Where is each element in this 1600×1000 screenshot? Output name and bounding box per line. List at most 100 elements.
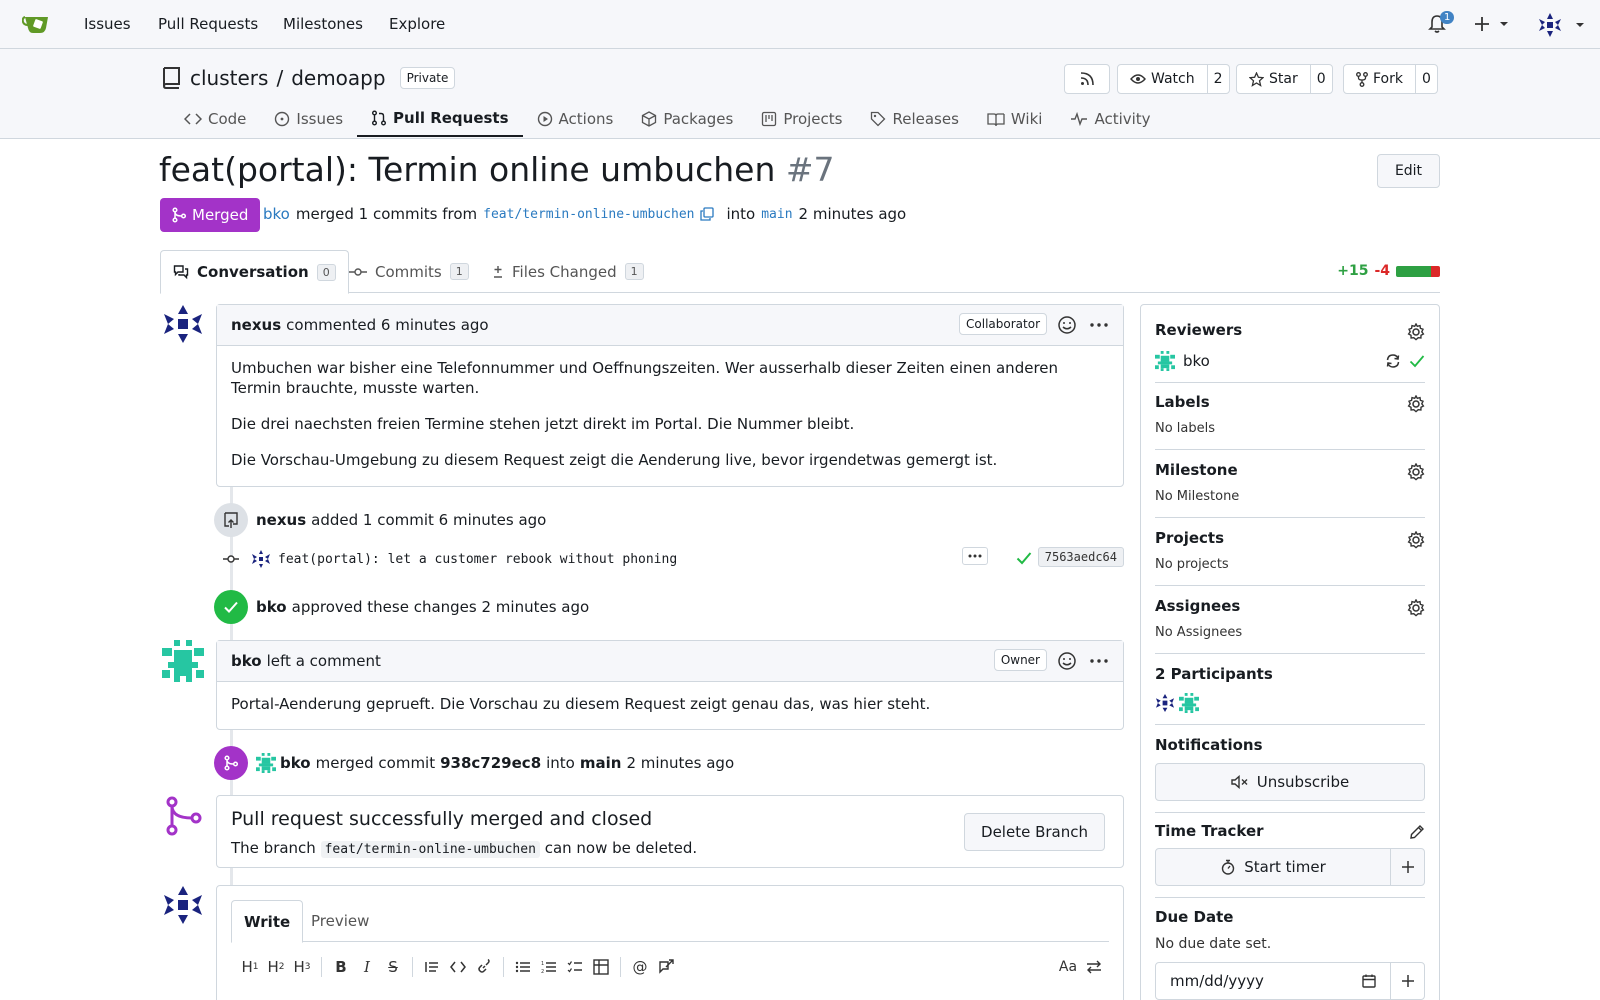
gear-icon[interactable] [1407,463,1425,481]
tab-releases[interactable]: Releases [856,101,972,137]
tag-icon [871,111,886,127]
merger-link[interactable]: bko [263,205,290,223]
merge-commit-sha[interactable]: 938c729ec8 [440,754,541,772]
repo-owner-link[interactable]: clusters [190,66,268,90]
table-icon[interactable] [588,954,614,980]
avatar-bko-small[interactable] [1155,351,1175,371]
switch-editor-icon[interactable] [1081,954,1107,980]
tab-code[interactable]: Code [170,101,260,137]
link-icon[interactable] [471,954,497,980]
tab-activity[interactable]: Activity [1056,101,1164,137]
star-count[interactable]: 0 [1309,65,1332,93]
tab-actions[interactable]: Actions [523,101,628,137]
unordered-list-icon[interactable] [510,954,536,980]
rss-button[interactable] [1064,64,1110,94]
comment-author[interactable]: bko [231,652,262,670]
gear-icon[interactable] [1407,599,1425,617]
calendar-icon[interactable] [1362,974,1376,988]
mention-icon[interactable]: @ [627,954,653,980]
timer-control: Start timer [1155,848,1425,886]
nav-pull-requests[interactable]: Pull Requests [158,15,258,33]
strikethrough-icon[interactable]: S [380,954,406,980]
create-new-dropdown-icon[interactable] [1475,16,1511,32]
comment-author[interactable]: nexus [231,316,281,334]
tab-packages[interactable]: Packages [627,101,747,137]
pr-meta: bko merged 1 commits from feat/termin-on… [263,205,906,223]
gitea-logo-icon[interactable] [22,12,52,36]
avatar-bko-small[interactable] [256,753,276,773]
edit-title-button[interactable]: Edit [1377,154,1440,188]
quote-icon[interactable] [419,954,445,980]
add-time-button[interactable] [1390,849,1424,885]
heading-2-icon[interactable]: H2 [263,954,289,980]
comment-paragraph: Die Vorschau-Umgebung zu diesem Request … [231,451,998,469]
tab-projects[interactable]: Projects [747,101,856,137]
head-branch-link[interactable]: feat/termin-online-umbuchen [483,207,694,222]
ordered-list-icon[interactable]: 12 [536,954,562,980]
commit-message-link[interactable]: feat(portal): let a customer rebook with… [278,552,677,567]
heading-1-icon[interactable]: H1 [237,954,263,980]
set-due-date-button[interactable] [1390,963,1424,999]
cross-reference-icon[interactable] [653,954,679,980]
task-list-icon[interactable] [562,954,588,980]
tab-commits[interactable]: Commits 1 [337,250,481,293]
sidebar-value: No projects [1155,557,1229,572]
kebab-menu-icon[interactable] [1089,315,1109,335]
monospace-toggle[interactable]: Aa [1055,954,1081,980]
user-avatar-menu-icon[interactable] [1538,12,1588,38]
reviewer-name[interactable]: bko [1183,352,1210,370]
merge-status-text: The branch feat/termin-online-umbuchen c… [231,839,697,858]
bold-icon[interactable]: B [328,954,354,980]
watch-count[interactable]: 2 [1206,65,1229,93]
avatar-current-user[interactable] [162,884,204,926]
italic-icon[interactable]: I [354,954,380,980]
nav-issues[interactable]: Issues [84,15,131,33]
event-author[interactable]: bko [280,754,311,772]
start-timer-button[interactable]: Start timer [1156,849,1390,885]
watch-button[interactable]: Watch [1118,65,1207,93]
tab-wiki[interactable]: Wiki [973,101,1057,137]
sidebar-reviewers: Reviewers bko [1155,321,1425,371]
delete-branch-button[interactable]: Delete Branch [964,813,1105,851]
tab-pull-requests[interactable]: Pull Requests [357,101,523,137]
pencil-icon[interactable] [1409,824,1425,840]
smiley-icon[interactable] [1057,651,1077,671]
avatar-bko[interactable] [162,640,204,682]
base-branch-link[interactable]: main [761,207,792,222]
comment-action: commented 6 minutes ago [286,316,489,334]
commit-sha-link[interactable]: 7563aedc64 [1037,547,1124,567]
gear-icon[interactable] [1407,323,1425,341]
gear-icon[interactable] [1407,531,1425,549]
merge-base-branch[interactable]: main [580,754,622,772]
avatar-nexus-small[interactable] [252,550,270,568]
fork-count[interactable]: 0 [1414,65,1437,93]
check-status-icon[interactable] [1016,551,1032,565]
unsubscribe-button[interactable]: Unsubscribe [1155,763,1425,801]
nav-milestones[interactable]: Milestones [283,15,363,33]
code-icon[interactable] [445,954,471,980]
copy-icon[interactable] [700,207,715,221]
re-request-review-icon[interactable] [1385,353,1401,369]
commit-expand-button[interactable] [962,547,988,565]
sidebar-projects: Projects No projects [1155,529,1425,572]
ellipsis-icon [968,554,982,558]
gear-icon[interactable] [1407,395,1425,413]
fork-button[interactable]: Fork [1344,65,1415,93]
avatar-nexus-small[interactable] [1155,693,1175,713]
heading-3-icon[interactable]: H3 [289,954,315,980]
event-author[interactable]: bko [256,598,287,616]
smiley-icon[interactable] [1057,315,1077,335]
nav-explore[interactable]: Explore [389,15,445,33]
avatar-bko-small[interactable] [1179,693,1199,713]
avatar-nexus[interactable] [162,303,204,345]
tab-preview[interactable]: Preview [299,900,381,942]
event-author[interactable]: nexus [256,511,306,529]
tab-conversation[interactable]: Conversation 0 [160,250,349,294]
tab-write[interactable]: Write [231,900,304,943]
repo-name-link[interactable]: demoapp [291,66,385,90]
tab-files-changed[interactable]: Files Changed 1 [480,250,656,293]
kebab-menu-icon[interactable] [1089,651,1109,671]
due-date-input[interactable]: mm/dd/yyyy [1156,963,1390,999]
star-button[interactable]: Star [1237,65,1310,93]
tab-issues[interactable]: Issues [260,101,357,137]
